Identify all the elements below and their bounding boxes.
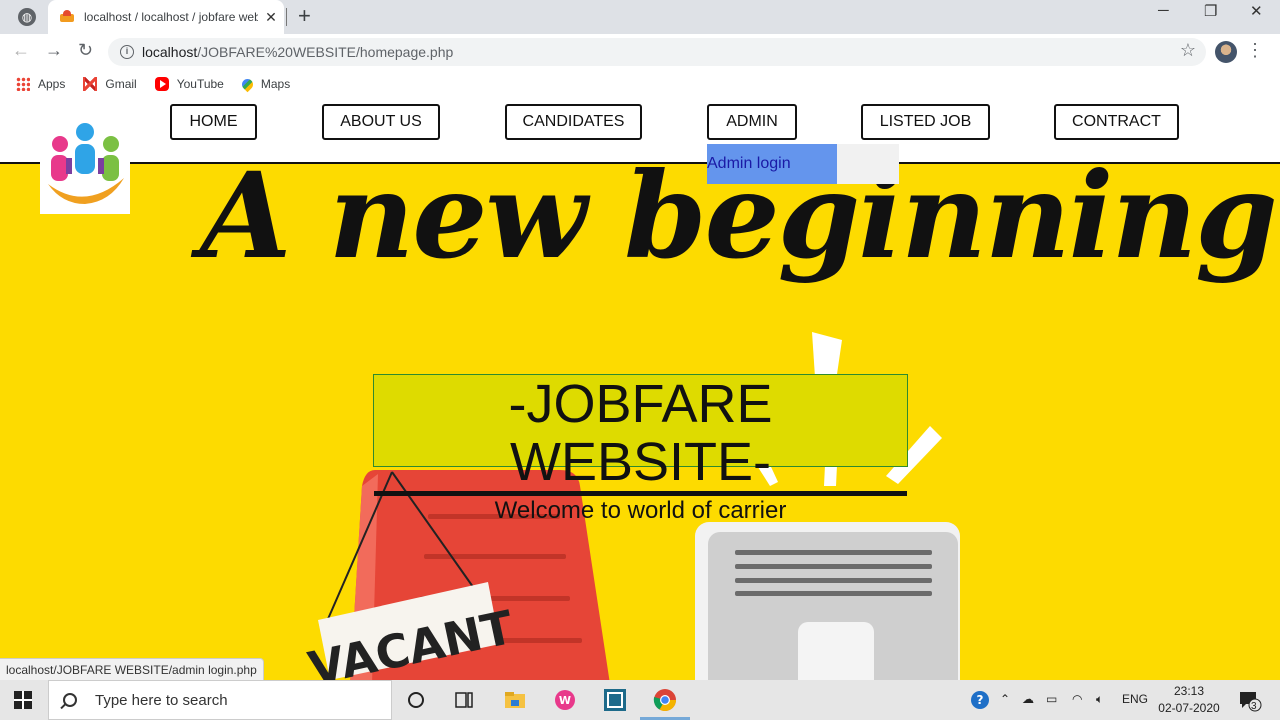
windows-start-icon[interactable] bbox=[14, 691, 32, 709]
admin-dropdown: Admin login bbox=[707, 144, 899, 184]
address-bar[interactable]: i localhost/JOBFARE%20WEBSITE/homepage.p… bbox=[108, 38, 1206, 66]
cortana-icon[interactable] bbox=[404, 688, 428, 712]
help-badge-icon[interactable]: ? bbox=[970, 690, 992, 713]
search-placeholder: Type here to search bbox=[95, 691, 228, 709]
wifi-icon[interactable]: ◠ bbox=[1072, 692, 1082, 706]
task-view-icon[interactable] bbox=[452, 688, 476, 712]
browser-tab[interactable]: localhost / localhost / jobfare web ✕ bbox=[48, 0, 284, 34]
site-title: -JOBFARE WEBSITE- bbox=[374, 375, 907, 496]
bookmark-label: YouTube bbox=[176, 77, 224, 91]
bookmark-gmail[interactable]: Gmail bbox=[83, 77, 137, 91]
nav-admin-button[interactable]: ADMIN bbox=[707, 104, 797, 140]
windows-taskbar: Type here to search W ? ⌃ ☁ ▭ ◠ 🔈︎ ENG 2… bbox=[0, 680, 1280, 720]
tab-close-icon[interactable]: ✕ bbox=[258, 9, 284, 26]
admin-login-link[interactable]: Admin login bbox=[707, 144, 837, 184]
web-page: A new beginning... VACANT -JOBFARE WEBSI… bbox=[0, 102, 1280, 680]
language-indicator[interactable]: ENG bbox=[1122, 692, 1148, 706]
bookmarks-bar: Apps Gmail YouTube Maps bbox=[0, 70, 1280, 98]
status-bar-url: localhost/JOBFARE WEBSITE/admin login.ph… bbox=[0, 658, 264, 680]
main-nav: HOME ABOUT US CANDIDATES ADMIN LISTED JO… bbox=[0, 102, 1280, 164]
nav-candidates-button[interactable]: CANDIDATES bbox=[505, 104, 642, 140]
site-logo[interactable] bbox=[40, 112, 130, 214]
back-icon[interactable]: ← bbox=[12, 40, 30, 61]
svg-text:?: ? bbox=[977, 693, 984, 707]
youtube-icon bbox=[154, 77, 169, 91]
site-info-icon[interactable]: i bbox=[120, 45, 134, 59]
url-path: /JOBFARE%20WEBSITE/homepage.php bbox=[197, 44, 454, 60]
apps-grid-icon bbox=[16, 77, 30, 91]
url-host: localhost bbox=[142, 44, 198, 60]
tab-title: localhost / localhost / jobfare web bbox=[84, 10, 258, 24]
site-tagline: Welcome to world of carrier bbox=[494, 497, 787, 524]
site-title-box: -JOBFARE WEBSITE- Welcome to world of ca… bbox=[373, 374, 908, 524]
nav-home-button[interactable]: HOME bbox=[170, 104, 257, 140]
browser-toolbar: ← → ↻ i localhost/JOBFARE%20WEBSITE/home… bbox=[0, 34, 1280, 70]
tab-strip: ◍ localhost / localhost / jobfare web ✕ … bbox=[0, 0, 1280, 34]
nav-contract-button[interactable]: CONTRACT bbox=[1054, 104, 1179, 140]
search-icon bbox=[63, 693, 77, 707]
show-hidden-icons-chevron-icon[interactable]: ⌃ bbox=[1000, 692, 1010, 706]
bookmark-label: Maps bbox=[260, 77, 291, 91]
notification-count-badge: 3 bbox=[1251, 701, 1257, 712]
taskbar-clock[interactable]: 23:13 02-07-2020 bbox=[1150, 683, 1228, 717]
forward-icon[interactable]: → bbox=[45, 40, 63, 61]
wamp-icon[interactable]: W bbox=[553, 688, 577, 712]
nav-listed-job-button[interactable]: LISTED JOB bbox=[861, 104, 990, 140]
bookmark-star-icon[interactable]: ☆ bbox=[1180, 40, 1196, 61]
tab-favicon-icon bbox=[60, 10, 74, 24]
minimize-icon[interactable]: ─ bbox=[1158, 2, 1169, 19]
people-hand-logo-icon bbox=[48, 123, 124, 204]
maps-pin-icon bbox=[239, 76, 256, 92]
profile-avatar[interactable] bbox=[1215, 41, 1237, 63]
volume-icon[interactable]: 🔈︎ bbox=[1096, 692, 1103, 707]
bookmark-maps[interactable]: Maps bbox=[239, 76, 291, 92]
restore-icon[interactable]: ❐ bbox=[1204, 2, 1217, 20]
gmail-icon bbox=[83, 77, 98, 91]
chrome-taskbar-icon[interactable] bbox=[653, 688, 677, 712]
menu-kebab-icon[interactable]: ⋮ bbox=[1246, 40, 1264, 61]
document-card bbox=[695, 522, 960, 680]
bookmark-youtube[interactable]: YouTube bbox=[154, 77, 224, 91]
bookmark-apps[interactable]: Apps bbox=[16, 77, 65, 91]
bookmark-label: Gmail bbox=[105, 77, 137, 91]
window-close-icon[interactable]: ✕ bbox=[1250, 2, 1263, 20]
file-explorer-icon[interactable] bbox=[503, 688, 527, 712]
nav-about-button[interactable]: ABOUT US bbox=[322, 104, 440, 140]
clock-time: 23:13 bbox=[1173, 684, 1205, 698]
tab-separator bbox=[286, 8, 287, 26]
globe-icon[interactable]: ◍ bbox=[18, 8, 36, 26]
brackets-editor-icon[interactable] bbox=[603, 688, 627, 712]
bookmark-label: Apps bbox=[38, 77, 66, 91]
new-tab-button[interactable]: + bbox=[298, 3, 311, 29]
taskbar-search-box[interactable]: Type here to search bbox=[48, 680, 392, 720]
hero-banner: A new beginning... VACANT -JOBFARE WEBSI… bbox=[0, 146, 1280, 680]
svg-text:W: W bbox=[559, 694, 571, 707]
battery-icon[interactable]: ▭ bbox=[1046, 692, 1057, 706]
reload-icon[interactable]: ↻ bbox=[78, 40, 93, 61]
clock-date: 02-07-2020 bbox=[1158, 701, 1220, 715]
onedrive-error-icon[interactable]: ☁ bbox=[1022, 692, 1034, 706]
